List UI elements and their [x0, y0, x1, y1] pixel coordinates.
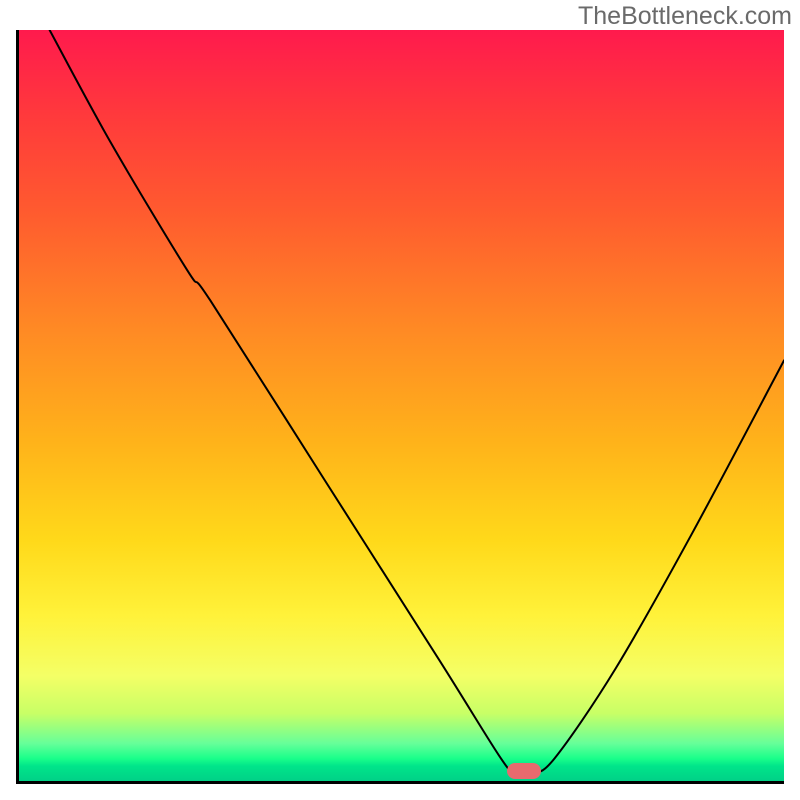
watermark-text: TheBottleneck.com — [578, 2, 792, 31]
curve-svg — [19, 30, 784, 781]
chart-plot-area — [16, 30, 784, 784]
chart-container: TheBottleneck.com — [0, 0, 800, 800]
bottleneck-curve — [50, 30, 784, 775]
optimal-point-marker — [507, 763, 541, 779]
